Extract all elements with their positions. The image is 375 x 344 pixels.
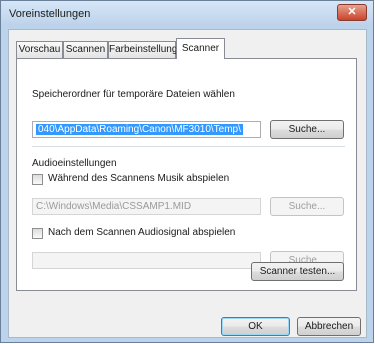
temp-folder-browse-button[interactable]: Suche...	[270, 120, 344, 139]
music-file-browse-button: Suche...	[270, 197, 344, 216]
section-divider	[32, 146, 345, 147]
window-title: Voreinstellungen	[9, 8, 91, 20]
dialog-window: Voreinstellungen ✕ Vorschau Scannen Farb…	[0, 0, 374, 343]
temp-folder-path-input[interactable]: 040\AppData\Roaming\Canon\MF3010\Temp\	[32, 121, 261, 138]
music-file-path-input: C:\Windows\Media\CSSAMP1.MID	[32, 198, 261, 215]
signal-file-path-input	[32, 252, 261, 269]
tab-vorschau[interactable]: Vorschau	[16, 41, 63, 58]
close-button[interactable]: ✕	[337, 4, 367, 21]
cancel-button[interactable]: Abbrechen	[297, 317, 361, 336]
scanner-tab-panel: Speicherordner für temporäre Dateien wäh…	[16, 58, 357, 291]
tab-farbeinstellung[interactable]: Farbeinstellung	[108, 41, 177, 58]
play-signal-checkbox[interactable]	[32, 228, 43, 239]
close-icon: ✕	[347, 6, 357, 18]
temp-folder-label: Speicherordner für temporäre Dateien wäh…	[32, 89, 235, 100]
tab-scanner[interactable]: Scanner	[176, 38, 225, 59]
play-signal-label[interactable]: Nach dem Scannen Audiosignal abspielen	[48, 227, 235, 238]
play-music-label[interactable]: Während des Scannens Musik abspielen	[48, 173, 229, 184]
audio-settings-heading: Audioeinstellungen	[32, 158, 117, 169]
title-bar[interactable]: Voreinstellungen ✕	[1, 1, 373, 27]
dialog-client: Vorschau Scannen Farbeinstellung Scanner…	[8, 29, 367, 338]
ok-button[interactable]: OK	[221, 317, 290, 336]
test-scanner-button[interactable]: Scanner testen...	[251, 262, 344, 281]
tab-scannen[interactable]: Scannen	[63, 41, 108, 58]
play-music-checkbox[interactable]	[32, 174, 43, 185]
